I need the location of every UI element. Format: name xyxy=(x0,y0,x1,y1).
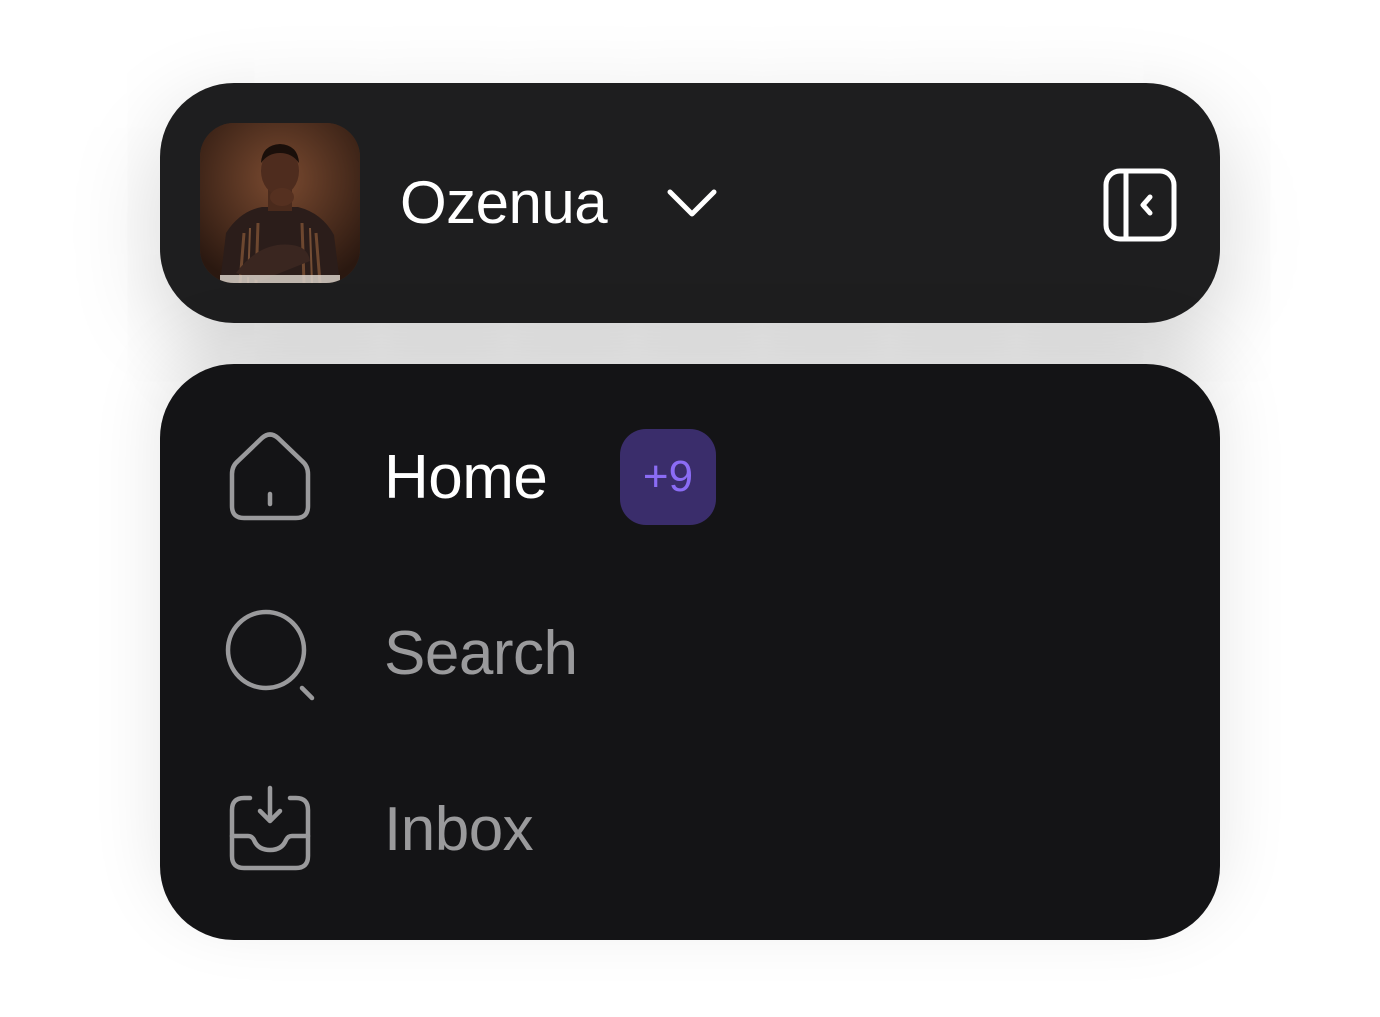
nav-item-home[interactable]: Home +9 xyxy=(220,428,1120,528)
search-icon xyxy=(220,604,320,704)
inbox-icon xyxy=(220,780,320,880)
notification-badge: +9 xyxy=(620,429,716,525)
chevron-down-icon[interactable] xyxy=(660,178,724,228)
sidebar-collapse-icon[interactable] xyxy=(1098,163,1182,247)
avatar-photo xyxy=(200,123,360,283)
nav-item-inbox[interactable]: Inbox xyxy=(220,780,1120,880)
nav-menu: Home +9 Search Inbox xyxy=(160,364,1220,940)
nav-item-search[interactable]: Search xyxy=(220,604,1120,704)
account-header: Ozenua xyxy=(160,83,1220,323)
avatar[interactable] xyxy=(200,123,360,283)
account-name[interactable]: Ozenua xyxy=(400,163,608,243)
nav-item-label: Search xyxy=(384,619,578,688)
home-icon xyxy=(220,428,320,528)
nav-item-label: Home xyxy=(384,443,548,512)
sidebar-widget: Ozenua Home +9 Search Inbox xyxy=(0,0,1380,1017)
nav-item-label: Inbox xyxy=(384,795,534,864)
